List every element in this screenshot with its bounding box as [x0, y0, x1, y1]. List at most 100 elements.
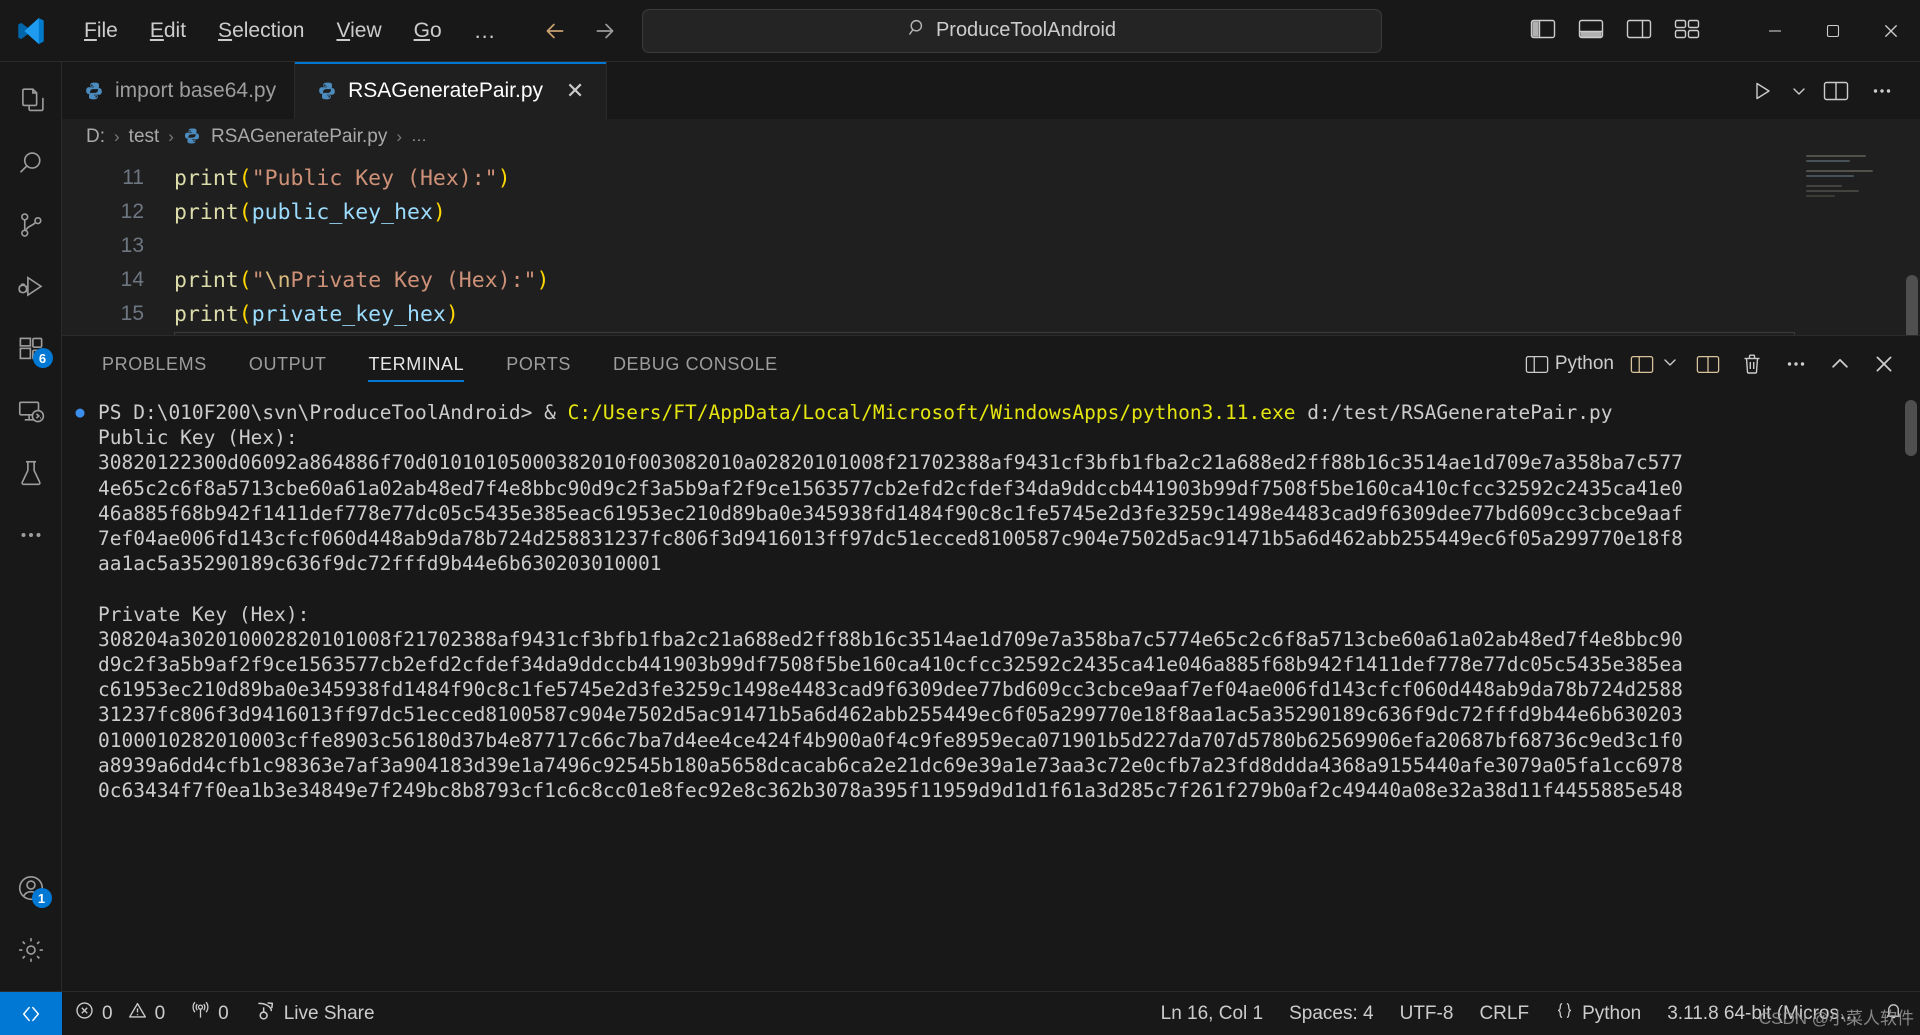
breadcrumb-separator: ›	[396, 127, 403, 146]
breadcrumb-item-symbols[interactable]: …	[411, 128, 427, 146]
menu-more[interactable]: …	[458, 14, 514, 48]
breadcrumb-item-file[interactable]: RSAGeneratePair.py	[183, 126, 387, 148]
live-share-label: Live Share	[283, 1002, 375, 1024]
extensions-badge: 6	[32, 348, 53, 368]
vscode-window: File Edit Selection View Go … ProduceToo…	[0, 0, 1920, 1035]
window-controls	[1746, 0, 1920, 62]
activity-item-extensions[interactable]: 6	[0, 318, 62, 380]
split-terminal-button[interactable]	[1688, 344, 1728, 384]
line-text: print("\nPrivate Key (Hex):")	[174, 267, 550, 293]
title-bar: File Edit Selection View Go … ProduceToo…	[0, 0, 1920, 62]
workbench-body: 6 1 import base64.py RSAGeneratePair.py …	[0, 62, 1920, 991]
activity-item-manage[interactable]	[0, 919, 62, 981]
editor-toolbar	[1742, 62, 1920, 119]
activity-item-source-control[interactable]	[0, 194, 62, 256]
maximize-panel-button[interactable]	[1820, 344, 1860, 384]
current-line-highlight	[174, 332, 1795, 335]
warning-icon	[128, 1001, 147, 1026]
activity-item-run-and-debug[interactable]	[0, 256, 62, 318]
status-python-interpreter[interactable]: 3.11.8 64-bit (Micros…	[1654, 992, 1871, 1035]
status-problems[interactable]: 0 0	[62, 992, 178, 1035]
terminal-output[interactable]: ● PS D:\010F200\svn\ProduceToolAndroid> …	[62, 392, 1920, 991]
status-live-share[interactable]: Live Share	[242, 992, 388, 1035]
kill-terminal-button[interactable]	[1732, 344, 1772, 384]
menu-selection[interactable]: Selection	[202, 13, 320, 49]
braces-icon	[1555, 1001, 1574, 1026]
run-python-file-button[interactable]	[1742, 71, 1782, 111]
minimap[interactable]	[1806, 155, 1902, 245]
warning-count: 0	[154, 1002, 166, 1024]
run-options-chevron-down-icon[interactable]	[1788, 71, 1810, 111]
chevron-down-icon[interactable]	[1662, 354, 1678, 375]
status-notifications[interactable]	[1871, 992, 1916, 1035]
line-number: 14	[120, 268, 144, 291]
remote-window-button[interactable]	[0, 991, 62, 1035]
status-eol[interactable]: CRLF	[1466, 992, 1542, 1035]
tab-rsageneratepair[interactable]: RSAGeneratePair.py ✕	[295, 62, 608, 119]
toggle-panel-icon[interactable]	[1578, 18, 1604, 45]
forward-arrow-icon[interactable]	[588, 14, 622, 48]
activity-item-more-views[interactable]	[0, 504, 62, 566]
menu-go[interactable]: Go	[398, 13, 458, 49]
code-editor[interactable]: 11 print("Public Key (Hex):") 12 print(publ…	[62, 155, 1920, 335]
command-center-search[interactable]: ProduceToolAndroid	[642, 8, 1382, 53]
close-button[interactable]	[1862, 0, 1920, 62]
status-bar: 0 0 0 Live Share Ln 16, Col 1 Spaces: 4 …	[0, 991, 1920, 1035]
terminal-name-label: Python	[1554, 353, 1614, 374]
menu-file[interactable]: File	[68, 13, 134, 49]
activity-item-accounts[interactable]: 1	[0, 857, 62, 919]
activity-item-testing[interactable]	[0, 442, 62, 504]
panel-more-actions-button[interactable]	[1776, 344, 1816, 384]
code-line: 13	[62, 229, 1920, 263]
terminal-line: 31237fc806f3d9416013ff97dc51ecced8100587…	[98, 703, 1683, 727]
status-ports[interactable]: 0	[178, 992, 242, 1035]
close-panel-button[interactable]	[1864, 344, 1904, 384]
status-indentation[interactable]: Spaces: 4	[1276, 992, 1387, 1035]
breadcrumb-item-drive[interactable]: D:	[86, 126, 105, 148]
new-terminal-button[interactable]	[1624, 344, 1684, 384]
status-encoding[interactable]: UTF-8	[1387, 992, 1467, 1035]
tab-debug-console[interactable]: DEBUG CONSOLE	[599, 336, 792, 392]
toggle-secondary-sidebar-icon[interactable]	[1626, 18, 1652, 45]
language-label: Python	[1582, 1002, 1642, 1024]
menu-bar: File Edit Selection View Go …	[68, 13, 514, 49]
tab-problems[interactable]: PROBLEMS	[88, 336, 221, 392]
editor-more-actions-button[interactable]	[1862, 71, 1902, 111]
activity-item-search[interactable]	[0, 132, 62, 194]
tab-ports[interactable]: PORTS	[492, 336, 585, 392]
menu-edit[interactable]: Edit	[134, 13, 202, 49]
search-value: ProduceToolAndroid	[935, 19, 1117, 41]
customize-layout-icon[interactable]	[1674, 18, 1700, 45]
line-number: 15	[120, 302, 144, 325]
split-editor-button[interactable]	[1816, 71, 1856, 111]
status-cursor-position[interactable]: Ln 16, Col 1	[1148, 992, 1276, 1035]
back-arrow-icon[interactable]	[538, 14, 572, 48]
breadcrumb-separator: ›	[168, 127, 174, 146]
terminal-selector-button[interactable]: Python	[1519, 344, 1620, 384]
toggle-primary-sidebar-icon[interactable]	[1530, 18, 1556, 45]
tab-terminal[interactable]: TERMINAL	[354, 336, 478, 392]
terminal-scrollbar[interactable]	[1905, 400, 1917, 456]
menu-view[interactable]: View	[320, 13, 397, 49]
status-language-mode[interactable]: Python	[1542, 992, 1654, 1035]
activity-bar: 6 1	[0, 62, 62, 991]
activity-item-remote-explorer[interactable]	[0, 380, 62, 442]
terminal-line: 0100010282010003cffe8903c56180d37b4e8771…	[98, 728, 1683, 752]
editor-scrollbar[interactable]	[1906, 275, 1918, 335]
activity-item-explorer[interactable]	[0, 70, 62, 132]
tab-import-base64[interactable]: import base64.py	[62, 62, 296, 119]
line-number: 13	[120, 234, 144, 257]
status-bar-right: Ln 16, Col 1 Spaces: 4 UTF-8 CRLF Python…	[1148, 992, 1920, 1035]
bell-icon	[1884, 1001, 1903, 1026]
close-icon[interactable]: ✕	[562, 78, 588, 104]
code-line: 12 print(public_key_hex)	[62, 195, 1920, 229]
maximize-button[interactable]	[1804, 0, 1862, 62]
tab-output[interactable]: OUTPUT	[235, 336, 341, 392]
breadcrumb-item-folder[interactable]: test	[129, 126, 160, 148]
terminal-line: c61953ec210d89ba0e345938fd1484f90c8c1fe5…	[98, 678, 1683, 702]
minimize-button[interactable]	[1746, 0, 1804, 62]
radio-tower-icon	[191, 1001, 210, 1026]
editor-area: import base64.py RSAGeneratePair.py ✕ D:…	[62, 62, 1920, 991]
error-count: 0	[102, 1002, 113, 1024]
